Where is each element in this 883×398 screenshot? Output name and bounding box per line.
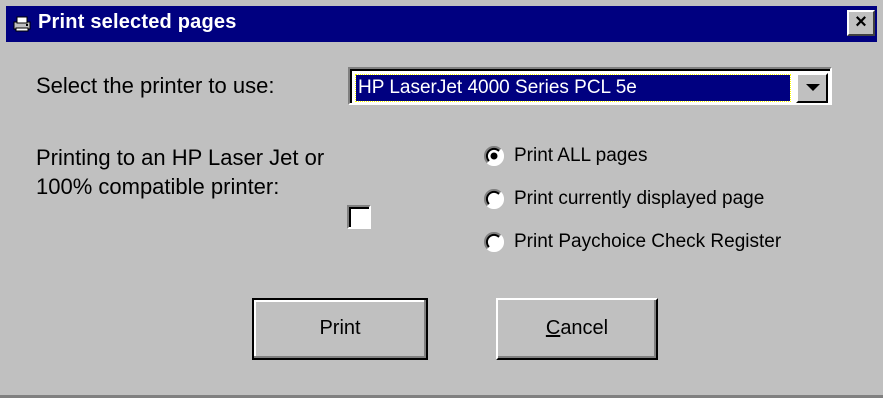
- close-button[interactable]: ×: [847, 10, 875, 36]
- printer-dropdown-button[interactable]: [796, 73, 828, 103]
- hp-printer-label: Printing to an HP Laser Jet or 100% comp…: [36, 145, 325, 199]
- cancel-button-label: Cancel: [545, 317, 609, 339]
- radio-print-current[interactable]: [484, 189, 504, 209]
- radio-print-all-label[interactable]: Print ALL pages: [514, 145, 647, 167]
- print-button[interactable]: Print: [252, 298, 428, 360]
- radio-print-all[interactable]: [484, 146, 504, 166]
- printer-icon[interactable]: [12, 16, 32, 32]
- cancel-button[interactable]: Cancel: [496, 298, 658, 360]
- hp-compatible-checkbox[interactable]: [347, 205, 371, 229]
- radio-print-register-label[interactable]: Print Paychoice Check Register: [514, 231, 781, 253]
- close-icon: ×: [855, 11, 867, 33]
- printer-select-value: HP LaserJet 4000 Series PCL 5e: [355, 74, 791, 102]
- radio-print-register[interactable]: [484, 232, 504, 252]
- printer-label: Select the printer to use:: [36, 73, 275, 98]
- print-dialog: Print selected pages × Select the printe…: [0, 0, 883, 398]
- chevron-down-icon: [806, 84, 820, 91]
- title-bar[interactable]: Print selected pages ×: [6, 6, 877, 42]
- window-title: Print selected pages: [38, 11, 237, 33]
- printer-select[interactable]: HP LaserJet 4000 Series PCL 5e: [348, 67, 832, 105]
- radio-print-current-label[interactable]: Print currently displayed page: [514, 188, 764, 210]
